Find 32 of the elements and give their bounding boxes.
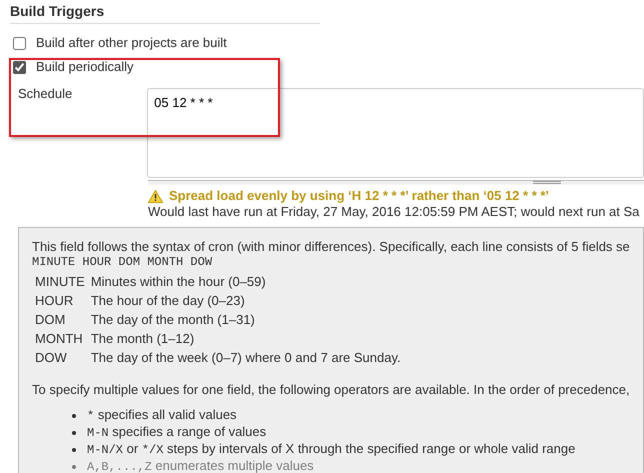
warning-message: Spread load evenly by using ‘H 12 * * *’ rather than ‘05 12 * * *’ xyxy=(169,187,550,206)
help-paragraph: This field follows the syntax of cron (with minor differences). Specifically, each line consists of 5 fields se xyxy=(32,239,631,255)
bullet-icon xyxy=(72,414,76,418)
table-cell-text: The hour of the day (0–23) xyxy=(90,292,246,310)
bullet-icon xyxy=(72,464,76,468)
table-cell-text: MONTH xyxy=(35,330,84,348)
info-message: Would last have run at Friday, 27 May, 2016 12:05:59 PM AEST; would next run at Sa xyxy=(148,204,640,220)
table-cell-text: The month (1–12) xyxy=(90,330,196,348)
section-title: Build Triggers xyxy=(10,2,104,21)
list-item: M-N specifies a range of values xyxy=(87,424,266,441)
list-item: M-N/X or */X steps by intervals of X through the specified range or whole valid range xyxy=(87,441,576,458)
table-cell-text: Minutes within the hour (0–59) xyxy=(90,273,267,291)
field-label: Schedule xyxy=(18,86,74,102)
table-cell-text: DOW xyxy=(35,349,68,367)
list-item: * specifies all valid values xyxy=(87,407,237,424)
bullet-icon xyxy=(72,430,76,434)
resize-handle[interactable] xyxy=(148,180,644,185)
checkbox-label: Build periodically xyxy=(36,58,134,76)
table-cell-text: The day of the month (1–31) xyxy=(90,311,256,329)
table-cell-text: HOUR xyxy=(35,292,74,310)
table-cell-text: MINUTE xyxy=(35,273,86,291)
table-cell-text: The day of the week (0–7) where 0 and 7 are Sunday. xyxy=(90,349,402,367)
help-paragraph: To specify multiple values for one field, the following operators are available. In the order of precedence, xyxy=(32,382,631,398)
checkbox[interactable] xyxy=(13,36,26,50)
schedule-field[interactable]: 05 12 * * * xyxy=(147,88,644,178)
checkbox[interactable] xyxy=(13,60,26,74)
table-cell-text: DOM xyxy=(35,311,66,329)
list-item: A,B,...,Z enumerates multiple values xyxy=(87,458,314,473)
bullet-icon xyxy=(72,448,76,452)
checkbox-label: Build after other projects are built xyxy=(36,34,227,52)
warning-icon xyxy=(148,190,163,202)
syntax-line: MINUTE HOUR DOM MONTH DOW xyxy=(32,255,214,270)
